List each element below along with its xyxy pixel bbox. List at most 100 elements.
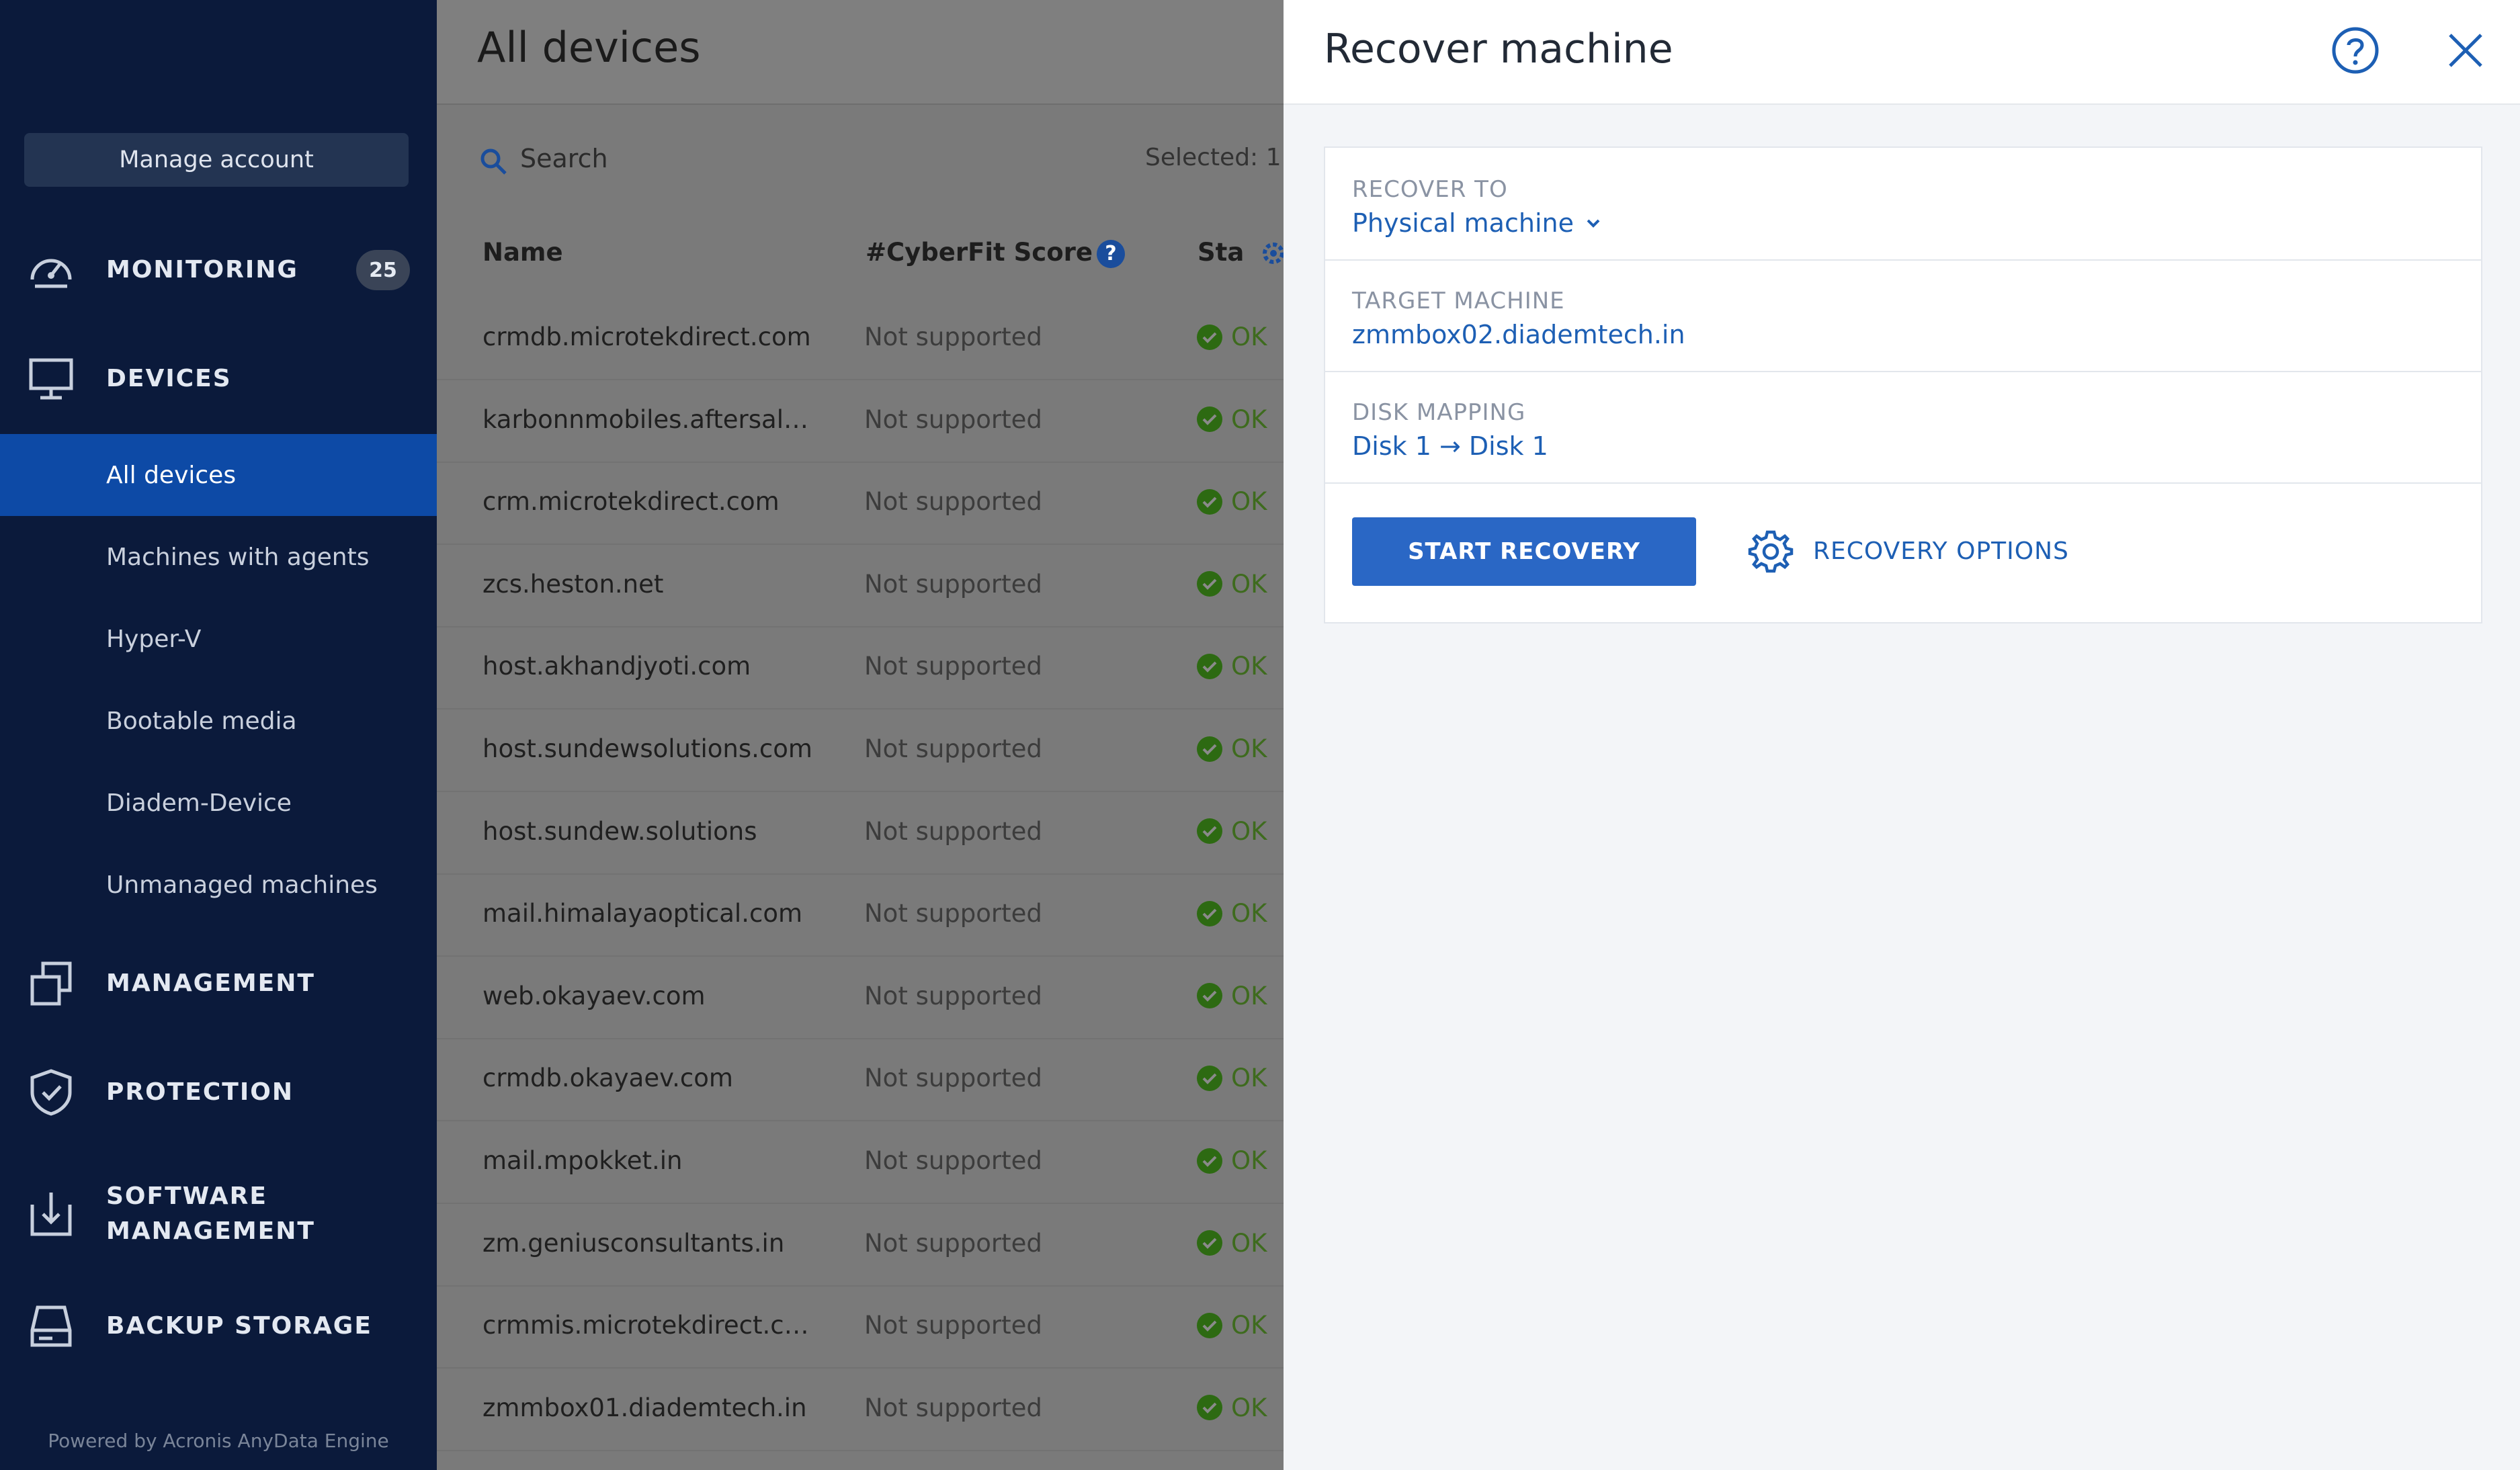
sidebar-item-unmanaged-machines[interactable]: Unmanaged machines: [0, 844, 437, 926]
device-name[interactable]: crmmis.microtekdirect.com: [482, 1311, 818, 1340]
cyberfit-score: Not supported: [864, 652, 1042, 681]
column-header-status[interactable]: Sta: [1198, 238, 1244, 267]
page-title: All devices: [477, 23, 701, 72]
device-name[interactable]: web.okayaev.com: [482, 982, 706, 1010]
monitoring-count-badge: 25: [356, 250, 410, 290]
recovery-options-link[interactable]: RECOVERY OPTIONS: [1813, 537, 2069, 565]
device-status: OK: [1196, 570, 1267, 599]
search-input[interactable]: Search: [520, 144, 608, 173]
table-row[interactable]: mail.himalayaoptical.com Not supported OK: [437, 873, 1284, 957]
device-name[interactable]: crmdb.okayaev.com: [482, 1064, 733, 1092]
column-header-cyberfit[interactable]: #CyberFit Score?: [866, 238, 1125, 268]
check-circle-icon: [1197, 571, 1222, 597]
nav-software-management-label: SOFTWARE MANAGEMENT: [106, 1179, 315, 1249]
table-row[interactable]: host.sundew.solutions Not supported OK: [437, 791, 1284, 875]
table-row[interactable]: host.sundewsolutions.com Not supported OK: [437, 709, 1284, 792]
start-recovery-button[interactable]: START RECOVERY: [1352, 517, 1696, 586]
copy-windows-icon: [30, 961, 72, 1006]
check-circle-icon: [1197, 324, 1222, 350]
gear-icon[interactable]: [1747, 528, 1794, 575]
sidebar-item-hyper-v[interactable]: Hyper-V: [0, 598, 437, 680]
target-machine-link[interactable]: zmmbox02.diademtech.in: [1352, 320, 1685, 349]
table-row[interactable]: karbonnmobiles.aftersales... Not supporte…: [437, 380, 1284, 463]
device-name[interactable]: karbonnmobiles.aftersales...: [482, 405, 818, 434]
status-label: OK: [1231, 899, 1267, 928]
device-name[interactable]: zm.geniusconsultants.in: [482, 1229, 784, 1258]
check-circle-icon: [1197, 1395, 1222, 1421]
sidebar-item-all-devices[interactable]: All devices: [0, 434, 437, 516]
status-label: OK: [1231, 1146, 1267, 1175]
status-label: OK: [1231, 487, 1267, 517]
device-status: OK: [1196, 899, 1267, 928]
nav-software-management[interactable]: SOFTWARE MANAGEMENT: [0, 1177, 437, 1251]
nav-protection-label: PROTECTION: [106, 1078, 294, 1106]
close-icon[interactable]: [2445, 30, 2486, 71]
device-status: OK: [1196, 1064, 1267, 1092]
nav-backup-storage[interactable]: BACKUP STORAGE: [0, 1294, 437, 1358]
recover-to-label: RECOVER TO: [1352, 176, 1508, 203]
device-name[interactable]: host.akhandjyoti.com: [482, 652, 751, 681]
sidebar-item-label: Hyper-V: [106, 625, 202, 653]
device-status: OK: [1196, 982, 1267, 1010]
table-row[interactable]: crmdb.microtekdirect.com Not supported OK: [437, 297, 1284, 380]
device-name[interactable]: zcs.heston.net: [482, 570, 663, 599]
device-name[interactable]: zmmbox01.diademtech.in: [482, 1393, 807, 1422]
nav-monitoring[interactable]: MONITORING 25: [0, 238, 437, 302]
panel-title: Recover machine: [1324, 26, 1673, 73]
table-row[interactable]: crmmis.microtekdirect.com Not supported OK: [437, 1285, 1284, 1369]
device-name[interactable]: host.sundew.solutions: [482, 817, 757, 846]
cyberfit-score: Not supported: [864, 734, 1042, 763]
status-label: OK: [1231, 652, 1267, 681]
check-circle-icon: [1197, 818, 1222, 845]
table-row[interactable]: web.okayaev.com Not supported OK: [437, 956, 1284, 1039]
table-row[interactable]: crm.microtekdirect.com Not supported OK: [437, 462, 1284, 546]
sidebar-item-diadem-device[interactable]: Diadem-Device: [0, 762, 437, 844]
recover-to-section: RECOVER TO Physical machine: [1325, 148, 2481, 261]
device-name[interactable]: crmdb.microtekdirect.com: [482, 322, 811, 351]
cyberfit-score: Not supported: [864, 1146, 1042, 1175]
disk-mapping-label: DISK MAPPING: [1352, 399, 1526, 426]
nav-devices[interactable]: DEVICES: [0, 347, 437, 411]
devices-list-area: All devices Search Selected: 1 / Name #C…: [437, 0, 1297, 1470]
help-circle-icon[interactable]: [2330, 26, 2380, 75]
table-row[interactable]: zcs.heston.net Not supported OK: [437, 544, 1284, 628]
cyberfit-score: Not supported: [864, 1311, 1042, 1340]
check-circle-icon: [1197, 983, 1222, 1009]
device-name[interactable]: host.sundewsolutions.com: [482, 734, 812, 763]
device-name[interactable]: crm.microtekdirect.com: [482, 487, 780, 516]
device-status: OK: [1196, 1229, 1267, 1258]
nav-software-line2: MANAGEMENT: [106, 1217, 315, 1245]
table-row[interactable]: crmdb.okayaev.com Not supported OK: [437, 1038, 1284, 1122]
column-header-name[interactable]: Name: [482, 238, 563, 267]
sidebar-item-bootable-media[interactable]: Bootable media: [0, 680, 437, 762]
sidebar-item-label: Unmanaged machines: [106, 871, 378, 899]
device-name[interactable]: mail.himalayaoptical.com: [482, 899, 802, 928]
check-circle-icon: [1197, 1065, 1222, 1091]
check-circle-icon: [1197, 488, 1222, 515]
check-circle-icon: [1197, 653, 1222, 679]
cyberfit-score: Not supported: [864, 1064, 1042, 1093]
sidebar-item-label: All devices: [106, 461, 237, 489]
cyberfit-score: Not supported: [864, 569, 1042, 599]
disk-mapping-link[interactable]: Disk 1 → Disk 1: [1352, 431, 1548, 461]
recover-machine-panel: Recover machine RECOVER TO Physical mach…: [1284, 0, 2520, 1470]
search-icon[interactable]: [478, 146, 508, 176]
table-row[interactable]: zmmbox01.diademtech.in Not supported OK: [437, 1368, 1284, 1451]
recovery-settings-card: RECOVER TO Physical machine TARGET MACHI…: [1324, 146, 2482, 623]
manage-account-button[interactable]: Manage account: [24, 133, 409, 187]
nav-software-line1: SOFTWARE: [106, 1182, 267, 1210]
sidebar-item-label: Machines with agents: [106, 543, 370, 571]
device-status: OK: [1196, 1393, 1267, 1422]
recover-to-dropdown[interactable]: Physical machine: [1352, 208, 1603, 238]
table-row[interactable]: mail.mpokket.in Not supported OK: [437, 1121, 1284, 1204]
status-label: OK: [1231, 816, 1267, 846]
sidebar-item-machines-with-agents[interactable]: Machines with agents: [0, 516, 437, 598]
help-icon[interactable]: ?: [1096, 239, 1125, 268]
nav-protection[interactable]: PROTECTION: [0, 1060, 437, 1125]
device-name[interactable]: mail.mpokket.in: [482, 1146, 683, 1175]
table-row[interactable]: zm.geniusconsultants.in Not supported OK: [437, 1203, 1284, 1287]
nav-devices-label: DEVICES: [106, 365, 232, 392]
table-row[interactable]: host.akhandjyoti.com Not supported OK: [437, 626, 1284, 710]
device-status: OK: [1196, 734, 1267, 763]
nav-management[interactable]: MANAGEMENT: [0, 951, 437, 1016]
